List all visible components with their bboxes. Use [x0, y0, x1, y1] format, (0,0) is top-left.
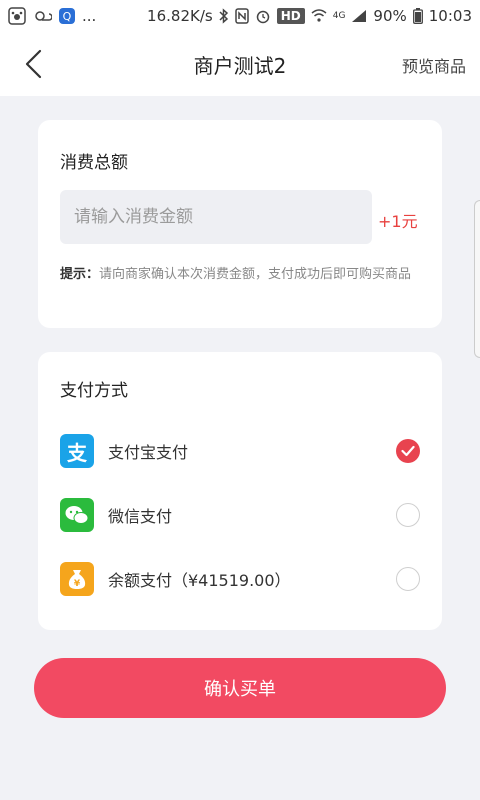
app-notification-icon: Q [58, 7, 76, 25]
nfc-icon [234, 8, 249, 24]
baidu-paw-icon [8, 7, 26, 25]
chevron-left-icon [25, 49, 42, 79]
alarm-icon [255, 8, 271, 24]
clock: 10:03 [428, 7, 472, 25]
page-title: 商户测试2 [193, 53, 287, 78]
payment-option-balance[interactable]: ¥ 余额支付（¥41519.00） [60, 559, 420, 599]
radio-unselected[interactable] [396, 567, 420, 591]
hd-badge: HD [276, 8, 305, 24]
wechat-icon [60, 498, 94, 532]
payment-option-label: 支付宝支付 [108, 443, 189, 462]
svg-text:¥: ¥ [74, 579, 81, 589]
weather-icon [32, 7, 52, 25]
bluetooth-icon [219, 8, 229, 24]
network-type: 4G [332, 11, 346, 21]
alipay-icon: 支 [60, 434, 94, 468]
checkmark-icon [401, 445, 415, 457]
hint-message: 请向商家确认本次消费金额，支付成功后即可购买商品 [99, 267, 412, 282]
payment-option-wechat[interactable]: 微信支付 [60, 495, 420, 535]
confirm-payment-button[interactable]: 确认买单 [34, 658, 446, 718]
radio-unselected[interactable] [396, 503, 420, 527]
amount-card: 消费总额 +1元 提示：请向商家确认本次消费金额，支付成功后即可购买商品 [38, 120, 442, 328]
payment-option-label: 余额支付（¥41519.00） [108, 571, 291, 590]
svg-text:Q: Q [63, 10, 72, 23]
radio-selected[interactable] [396, 439, 420, 463]
payment-option-alipay[interactable]: 支 支付宝支付 [60, 431, 420, 471]
hint-text: 提示：请向商家确认本次消费金额，支付成功后即可购买商品 [60, 264, 420, 285]
amount-unit: +1元 [378, 212, 418, 231]
preview-products-link[interactable]: 预览商品 [402, 53, 466, 77]
back-button[interactable] [16, 46, 52, 82]
amount-section-title: 消费总额 [60, 153, 128, 173]
battery-icon [412, 8, 423, 24]
payment-option-label: 微信支付 [108, 507, 173, 526]
amount-input[interactable] [60, 190, 372, 244]
status-bar: Q ... 16.82K/s HD 4G 90% 10:03 [0, 0, 480, 32]
hint-label: 提示： [60, 267, 100, 282]
battery-percent: 90% [373, 7, 407, 25]
navigation-header: 商户测试2 预览商品 [0, 32, 480, 96]
network-speed: 16.82K/s [147, 7, 213, 25]
more-notifications: ... [82, 7, 97, 25]
payment-section-title: 支付方式 [60, 381, 128, 401]
wallet-icon: ¥ [60, 562, 94, 596]
payment-method-card: 支付方式 支 支付宝支付 微信支付 ¥ 余额支付（¥41519.00） [38, 352, 442, 630]
signal-icon [351, 9, 367, 23]
wifi-icon [311, 9, 327, 23]
side-drawer-handle[interactable] [474, 200, 480, 358]
